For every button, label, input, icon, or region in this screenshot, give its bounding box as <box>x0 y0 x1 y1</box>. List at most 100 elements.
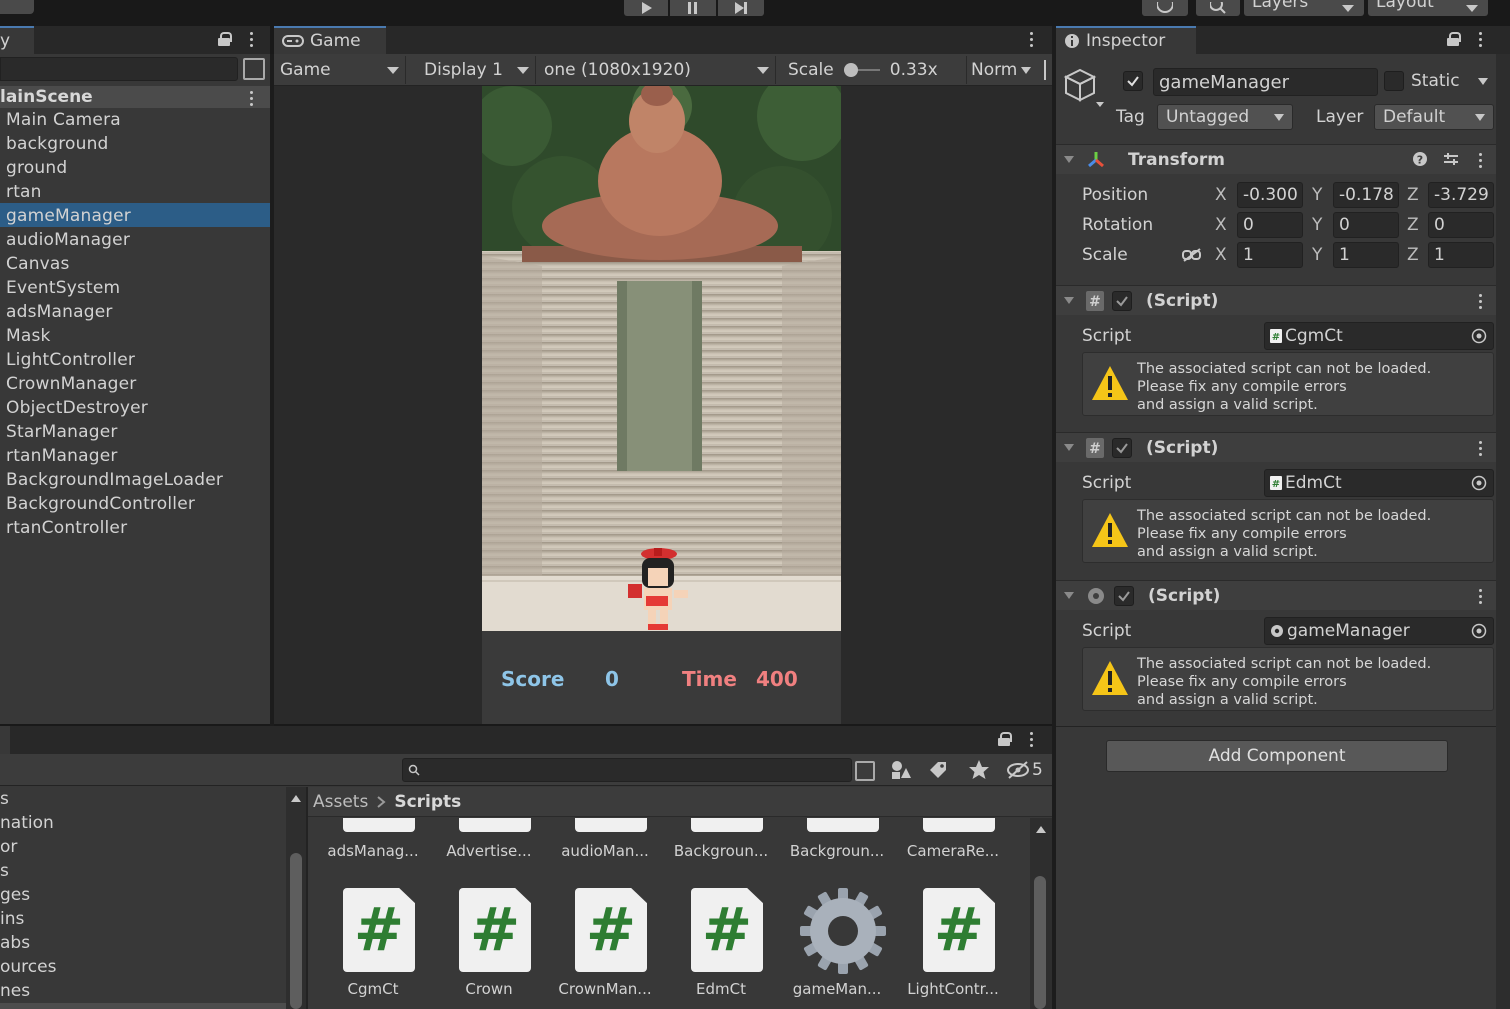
scroll-up-icon[interactable] <box>291 795 301 802</box>
hierarchy-menu-button[interactable] <box>249 32 253 47</box>
constrain-proportions-icon[interactable] <box>1182 247 1202 263</box>
folder-tree-item[interactable]: s <box>0 859 9 883</box>
position-x-field[interactable]: -0.300 <box>1237 182 1303 208</box>
script-object-field[interactable]: # EdmCt <box>1264 469 1494 497</box>
hidden-packages-toggle[interactable]: 5 <box>1006 760 1043 780</box>
lock-icon[interactable] <box>218 32 232 46</box>
inspector-scrollbar[interactable] <box>1496 54 1510 1009</box>
position-z-field[interactable]: -3.729 <box>1428 182 1494 208</box>
tab-game[interactable]: Game <box>274 26 386 54</box>
account-button[interactable] <box>0 0 34 14</box>
folder-tree-scrollbar[interactable] <box>286 787 306 1009</box>
resolution-dropdown[interactable]: one (1080x1920) <box>538 56 776 84</box>
asset-item[interactable]: LightContr... <box>898 980 1008 998</box>
layout-dropdown[interactable]: Layout <box>1368 0 1488 16</box>
component-menu-icon[interactable] <box>1478 294 1482 309</box>
hierarchy-item[interactable]: BackgroundImageLoader <box>6 468 266 492</box>
breadcrumb-scripts[interactable]: Scripts <box>394 792 461 812</box>
norm-dropdown[interactable]: Norm <box>966 56 1038 84</box>
layers-dropdown[interactable]: Layers <box>1244 0 1364 16</box>
panel-splitter[interactable] <box>270 54 274 726</box>
folder-tree-item[interactable]: nes <box>0 979 30 1003</box>
hierarchy-item[interactable]: rtan <box>6 180 266 204</box>
rotation-z-field[interactable]: 0 <box>1428 212 1494 238</box>
position-y-field[interactable]: -0.178 <box>1333 182 1399 208</box>
label-icon[interactable] <box>928 760 948 780</box>
play-button[interactable] <box>624 0 668 16</box>
script-component-header[interactable]: # (Script) <box>1056 432 1496 462</box>
folder-tree-item[interactable]: or <box>0 835 17 859</box>
hierarchy-item[interactable]: ground <box>6 156 266 180</box>
hierarchy-item[interactable]: adsManager <box>6 300 266 324</box>
hierarchy-search-input[interactable] <box>0 57 238 81</box>
asset-item[interactable]: Advertise... <box>434 842 544 860</box>
tab-project[interactable] <box>0 726 10 754</box>
asset-item[interactable]: CrownMan... <box>550 980 660 998</box>
folder-tree-item[interactable]: ins <box>0 907 24 931</box>
hierarchy-item[interactable]: Mask <box>6 324 266 348</box>
component-menu-icon[interactable] <box>1478 441 1482 456</box>
scale-slider[interactable] <box>843 63 880 77</box>
search-scope-icon[interactable] <box>855 761 875 781</box>
object-name-input[interactable]: gameManager <box>1153 68 1378 96</box>
panel-splitter[interactable] <box>1052 26 1056 1009</box>
hierarchy-item[interactable]: EventSystem <box>6 276 266 300</box>
preset-icon[interactable] <box>1442 151 1460 167</box>
scroll-up-icon[interactable] <box>1036 826 1046 833</box>
game-menu-button[interactable] <box>1029 32 1033 47</box>
asset-item[interactable]: CameraRe... <box>898 842 1008 860</box>
rotation-x-field[interactable]: 0 <box>1237 212 1303 238</box>
static-dropdown-arrow[interactable] <box>1478 78 1488 85</box>
project-menu-button[interactable] <box>1029 732 1033 747</box>
lock-icon[interactable] <box>998 732 1012 746</box>
scale-z-field[interactable]: 1 <box>1428 242 1494 268</box>
search-button[interactable] <box>1196 0 1240 16</box>
asset-item[interactable]: CgmCt <box>318 980 428 998</box>
step-button[interactable] <box>718 0 764 16</box>
filter-by-type-icon[interactable] <box>890 760 912 780</box>
object-picker-icon[interactable] <box>1471 623 1487 639</box>
static-checkbox[interactable] <box>1384 71 1404 91</box>
scene-header[interactable]: lainScene <box>0 86 270 108</box>
hierarchy-item[interactable]: rtanManager <box>6 444 266 468</box>
scrollbar-thumb[interactable] <box>290 853 302 1009</box>
hierarchy-item[interactable]: gameManager <box>6 204 266 228</box>
active-checkbox[interactable] <box>1123 71 1143 91</box>
hierarchy-item[interactable]: Main Camera <box>6 108 266 132</box>
asset-item[interactable]: Backgroun... <box>782 842 892 860</box>
asset-item[interactable]: audioMan... <box>550 842 660 860</box>
script-object-field[interactable]: # CgmCt <box>1264 322 1494 350</box>
object-picker-icon[interactable] <box>1471 328 1487 344</box>
star-icon[interactable] <box>968 759 990 781</box>
script-component-header[interactable]: # (Script) <box>1056 285 1496 315</box>
hierarchy-item[interactable]: BackgroundController <box>6 492 266 516</box>
hierarchy-item[interactable]: ObjectDestroyer <box>6 396 266 420</box>
hierarchy-item[interactable]: audioManager <box>6 228 266 252</box>
component-enabled-checkbox[interactable] <box>1114 585 1134 606</box>
folder-tree-item[interactable]: abs <box>0 931 30 955</box>
layer-dropdown[interactable]: Default <box>1374 104 1494 130</box>
game-mode-dropdown[interactable]: Game <box>276 56 406 84</box>
tag-dropdown[interactable]: Untagged <box>1157 104 1293 130</box>
rotation-y-field[interactable]: 0 <box>1333 212 1399 238</box>
asset-grid-scrollbar[interactable] <box>1030 818 1052 1009</box>
scene-menu-icon[interactable] <box>249 91 253 106</box>
asset-item[interactable]: gameMan... <box>782 980 892 998</box>
transform-header[interactable]: Transform ? <box>1056 144 1496 174</box>
script-component-header[interactable]: (Script) <box>1056 580 1496 610</box>
hierarchy-item[interactable]: LightController <box>6 348 266 372</box>
breadcrumb-assets[interactable]: Assets <box>313 792 368 812</box>
asset-item[interactable]: adsManag... <box>318 842 428 860</box>
component-enabled-checkbox[interactable] <box>1112 437 1132 458</box>
folder-tree-item[interactable]: ges <box>0 883 30 907</box>
project-search-input[interactable] <box>402 758 852 782</box>
folder-tree-item[interactable]: ources <box>0 955 56 979</box>
tab-inspector[interactable]: Inspector <box>1056 26 1196 54</box>
help-icon[interactable]: ? <box>1412 151 1428 167</box>
search-scope-icon[interactable] <box>243 58 265 80</box>
asset-item[interactable]: EdmCt <box>666 980 776 998</box>
display-dropdown[interactable]: Display 1 <box>416 56 536 84</box>
hierarchy-item[interactable]: background <box>6 132 266 156</box>
scrollbar-thumb[interactable] <box>1034 876 1046 1009</box>
component-enabled-checkbox[interactable] <box>1112 290 1132 311</box>
